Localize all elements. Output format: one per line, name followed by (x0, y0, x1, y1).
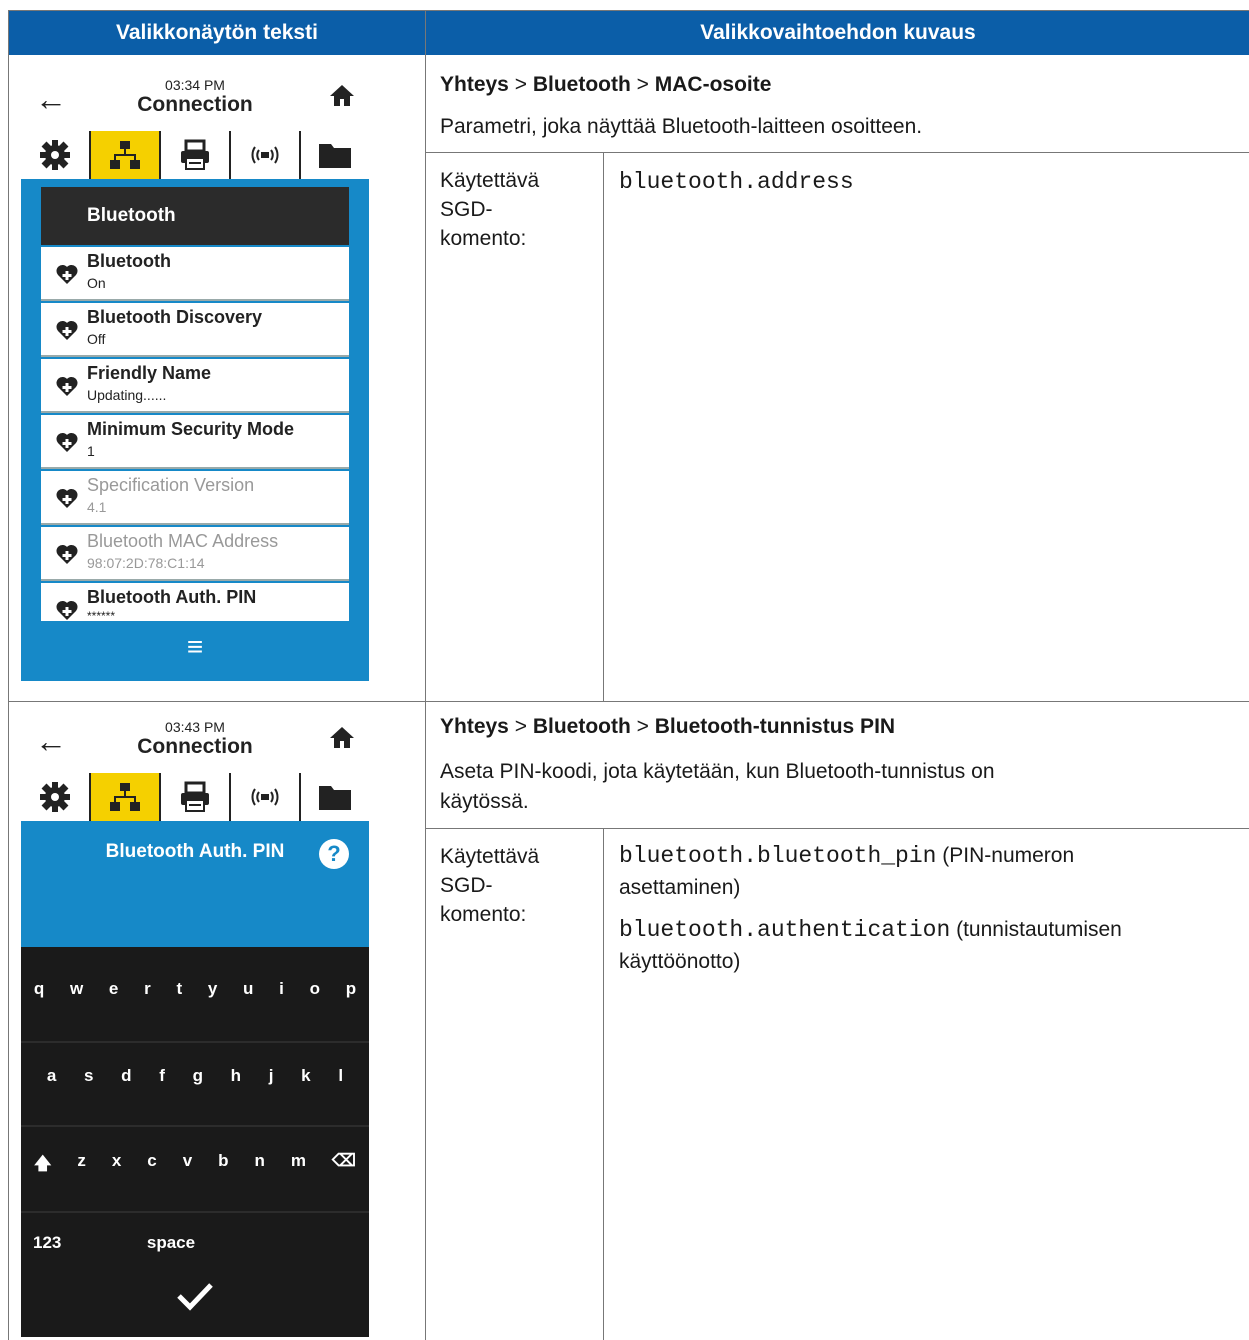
folder-icon (319, 144, 351, 168)
home-icon[interactable] (329, 83, 355, 107)
key[interactable]: y (208, 979, 217, 999)
list-item[interactable]: Friendly Name Updating...... (41, 359, 349, 413)
key[interactable]: c (147, 1151, 156, 1180)
key[interactable]: z (77, 1151, 86, 1180)
list-item[interactable]: Minimum Security Mode 1 (41, 415, 349, 469)
key[interactable]: s (84, 1066, 93, 1086)
clock: 03:43 PM (165, 719, 225, 735)
sgd-command-label: Käytettävä SGD- komento: (440, 845, 540, 926)
clock: 03:34 PM (165, 77, 225, 93)
tab-connection[interactable] (91, 773, 161, 821)
numbers-key[interactable]: 123 (21, 1233, 81, 1253)
keyboard-row-2: a s d f g h j k l (21, 1066, 369, 1086)
heart-plus-icon (56, 544, 78, 564)
keyboard-row-4: 123 space (21, 1233, 369, 1253)
heart-plus-icon (56, 432, 78, 452)
screen-title: Connection (137, 735, 253, 758)
gear-icon (40, 140, 70, 170)
key[interactable]: n (254, 1151, 264, 1180)
sgd-command: bluetooth.bluetooth_pin (PIN-numeron ase… (619, 843, 1122, 973)
screen-title: Connection (137, 93, 253, 116)
tab-print[interactable] (161, 773, 231, 821)
key[interactable]: b (218, 1151, 228, 1180)
heart-plus-icon (56, 264, 78, 284)
key[interactable]: q (34, 979, 44, 999)
list-header: Bluetooth (41, 187, 349, 245)
tab-storage[interactable] (301, 773, 369, 821)
printer-screen-pin-keyboard: ← 03:43 PM Connection Bluetooth Auth. PI… (21, 711, 369, 1337)
key[interactable]: h (231, 1066, 241, 1086)
column-header-screen-text: Valikkonäytön teksti (9, 11, 425, 55)
checkmark-icon[interactable] (175, 1281, 215, 1311)
wireless-icon (251, 146, 279, 164)
list-item[interactable]: Bluetooth Auth. PIN ****** (41, 583, 349, 623)
list-item[interactable]: Bluetooth Discovery Off (41, 303, 349, 357)
home-icon[interactable] (329, 725, 355, 749)
menu-path-mac-address: Yhteys > Bluetooth > MAC-osoite (440, 73, 772, 96)
network-icon (110, 141, 140, 169)
key[interactable]: k (301, 1066, 310, 1086)
menu-reference-table: Valikkonäytön teksti Valikkovaihtoehdon … (8, 10, 1249, 1340)
key[interactable]: p (346, 979, 356, 999)
key[interactable]: j (269, 1066, 274, 1086)
help-icon[interactable]: ? (319, 839, 349, 869)
key[interactable]: u (243, 979, 253, 999)
tab-settings[interactable] (21, 131, 91, 179)
hamburger-icon[interactable]: ≡ (21, 631, 369, 663)
shift-icon[interactable]: 🡅 (34, 1151, 51, 1180)
key[interactable]: v (183, 1151, 192, 1180)
list-item[interactable]: Bluetooth On (41, 247, 349, 301)
sgd-command: bluetooth.address (619, 169, 854, 195)
key[interactable]: o (310, 979, 320, 999)
list-item: Bluetooth MAC Address 98:07:2D:78:C1:14 (41, 527, 349, 581)
keyboard-row-1: q w e r t y u i o p (21, 979, 369, 999)
key[interactable]: r (144, 979, 151, 999)
keyboard-row-3: 🡅 z x c v b n m ⌫ (21, 1151, 369, 1180)
column-header-description: Valikkovaihtoehdon kuvaus (426, 11, 1249, 55)
tab-connection[interactable] (91, 131, 161, 179)
heart-plus-icon (56, 600, 78, 620)
printer-screen-bluetooth-list: ← 03:34 PM Connection Bluetooth Bluetoot… (21, 69, 369, 681)
tab-print[interactable] (161, 131, 231, 179)
key[interactable]: x (112, 1151, 121, 1180)
backspace-icon[interactable]: ⌫ (332, 1151, 356, 1180)
tab-storage[interactable] (301, 131, 369, 179)
keyboard-title: Bluetooth Auth. PIN (105, 841, 285, 862)
key[interactable]: m (291, 1151, 306, 1180)
key[interactable]: f (159, 1066, 165, 1086)
folder-icon (319, 786, 351, 810)
gear-icon (40, 782, 70, 812)
menu-path-auth-pin: Yhteys > Bluetooth > Bluetooth-tunnistus… (440, 715, 896, 738)
tab-sensors[interactable] (231, 131, 301, 179)
tab-settings[interactable] (21, 773, 91, 821)
heart-plus-icon (56, 376, 78, 396)
heart-plus-icon (56, 320, 78, 340)
key[interactable]: i (279, 979, 284, 999)
description-mac-address: Parametri, joka näyttää Bluetooth-laitte… (440, 115, 923, 138)
sgd-command-label: Käytettävä SGD- komento: (440, 169, 540, 250)
key[interactable]: e (109, 979, 118, 999)
key[interactable]: g (193, 1066, 203, 1086)
tab-sensors[interactable] (231, 773, 301, 821)
description-auth-pin: Aseta PIN-koodi, jota käytetään, kun Blu… (440, 760, 995, 813)
key[interactable]: t (176, 979, 182, 999)
wireless-icon (251, 788, 279, 806)
key[interactable]: d (121, 1066, 131, 1086)
printer-icon (181, 781, 209, 812)
heart-plus-icon (56, 488, 78, 508)
printer-icon (181, 139, 209, 170)
list-item: Specification Version 4.1 (41, 471, 349, 525)
key[interactable]: w (70, 979, 83, 999)
key[interactable]: a (47, 1066, 56, 1086)
network-icon (110, 783, 140, 811)
key[interactable]: l (338, 1066, 343, 1086)
space-key[interactable]: space (81, 1233, 261, 1253)
